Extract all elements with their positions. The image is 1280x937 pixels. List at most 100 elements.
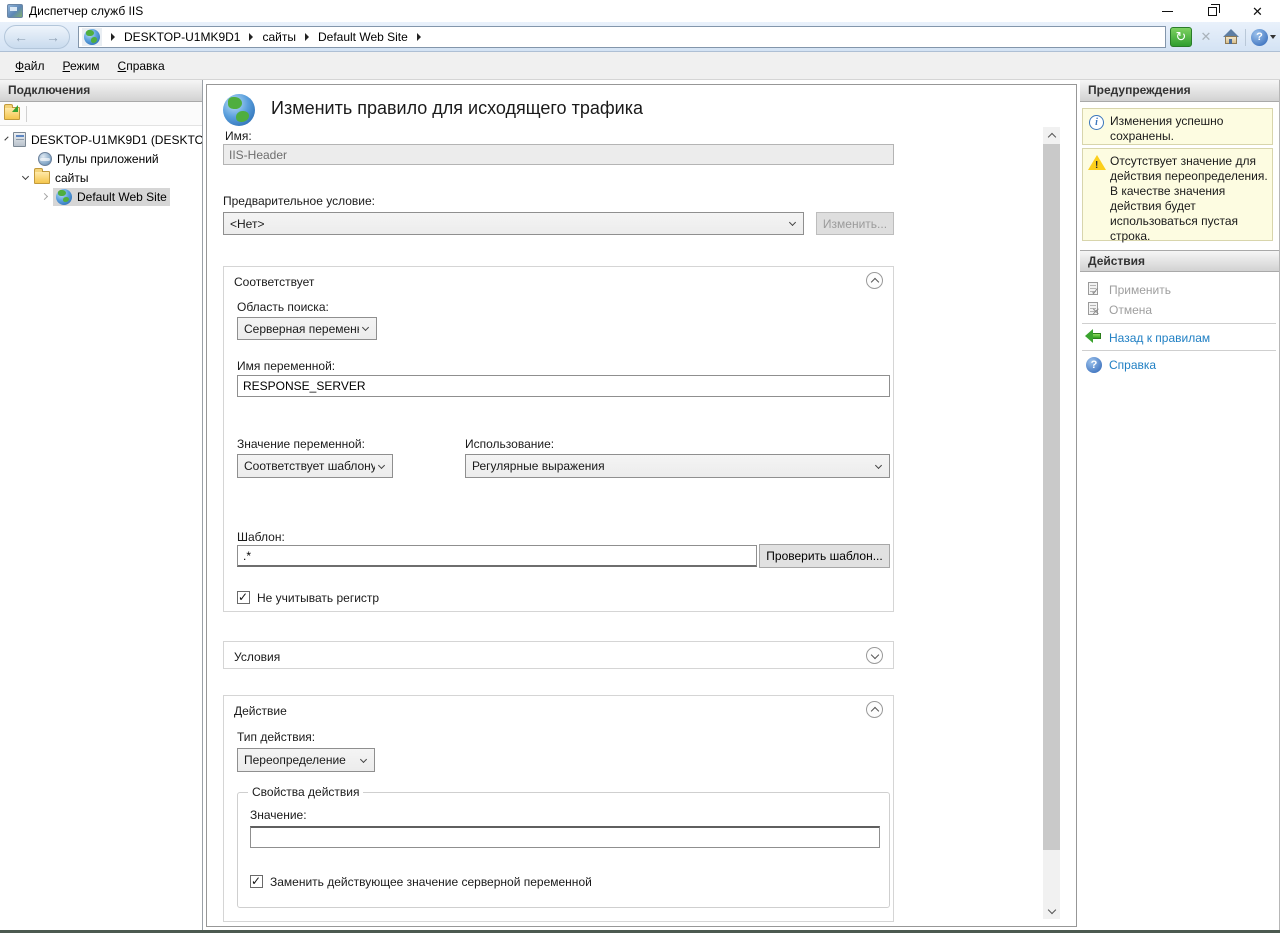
forward-button[interactable]: → — [46, 30, 60, 44]
back-to-rules-link[interactable]: Назад к правилам — [1109, 331, 1210, 345]
menu-bar: Файл Режим Справка — [0, 52, 1280, 80]
refresh-icon[interactable]: ↻ — [1170, 27, 1192, 47]
tree-item-app-pools[interactable]: Пулы приложений — [0, 149, 202, 168]
alert-info: Изменения успешно сохранены. — [1082, 108, 1273, 145]
cancel-label: Отмена — [1109, 303, 1152, 317]
restore-icon — [1208, 7, 1217, 16]
question-icon — [1086, 357, 1102, 373]
tree-item-server-label[interactable]: DESKTOP-U1MK9D1 (DESKTOP-U1MK9D1) — [31, 133, 202, 147]
precondition-select[interactable]: <Нет> — [223, 212, 804, 235]
breadcrumb-current-site[interactable]: Default Web Site — [318, 30, 408, 44]
tree-item-server[interactable]: DESKTOP-U1MK9D1 (DESKTOP-U1MK9D1) — [0, 130, 202, 149]
alerts-header: Предупреждения — [1080, 80, 1279, 102]
globe-icon — [223, 94, 255, 126]
cancel-icon — [1086, 302, 1102, 318]
warning-icon — [1088, 155, 1106, 170]
test-pattern-button[interactable]: Проверить шаблон... — [759, 544, 890, 568]
using-select[interactable]: Регулярные выражения — [465, 454, 890, 478]
action-properties-group: Свойства действия Значение: Заменить дей… — [237, 792, 890, 908]
precondition-label: Предварительное условие: — [223, 194, 375, 208]
breadcrumb-arrow-icon[interactable] — [249, 33, 253, 41]
breadcrumb-arrow-icon[interactable] — [305, 33, 309, 41]
main-area: Подключения DESKTOP-U1MK9D1 (DESKTOP-U1M… — [0, 80, 1280, 930]
scope-label: Область поиска: — [237, 300, 329, 314]
right-panel: Предупреждения Изменения успешно сохране… — [1080, 80, 1280, 930]
expand-conditions-button[interactable] — [866, 647, 883, 664]
pattern-label: Шаблон: — [237, 530, 285, 544]
breadcrumb-server[interactable]: DESKTOP-U1MK9D1 — [124, 30, 240, 44]
scroll-up-button[interactable] — [1043, 127, 1060, 144]
tree-item-default-web-site[interactable]: Default Web Site — [0, 187, 202, 206]
help-link[interactable]: Справка — [1109, 358, 1156, 372]
toolbar-separator — [26, 106, 27, 122]
tree-item-sites-label[interactable]: сайты — [55, 171, 89, 185]
window-title: Диспетчер служб IIS — [29, 4, 143, 18]
variable-name-input[interactable] — [237, 375, 890, 397]
conditions-section: Условия — [223, 641, 894, 669]
scope-select[interactable]: Серверная переменная — [237, 317, 377, 340]
conditions-section-title: Условия — [234, 650, 280, 664]
minimize-icon — [1162, 11, 1173, 12]
replace-value-label[interactable]: Заменить действующее значение серверной … — [270, 875, 592, 889]
connections-toolbar — [0, 102, 202, 126]
collapse-action-button[interactable] — [866, 701, 883, 718]
stop-icon: ✕ — [1195, 27, 1217, 47]
app-icon — [7, 4, 23, 18]
tree-item-sites[interactable]: сайты — [0, 168, 202, 187]
tree-selection[interactable]: Default Web Site — [53, 188, 170, 206]
breadcrumb-arrow-icon[interactable] — [417, 33, 421, 41]
collapse-match-button[interactable] — [866, 272, 883, 289]
precondition-value: <Нет> — [224, 217, 786, 231]
minimize-button[interactable] — [1145, 0, 1190, 22]
close-icon: ✕ — [1252, 5, 1263, 18]
chevron-down-icon[interactable] — [4, 136, 8, 140]
chevron-right-icon[interactable] — [41, 193, 48, 200]
operand-select[interactable]: Соответствует шаблону — [237, 454, 393, 478]
action-properties-title: Свойства действия — [248, 785, 363, 799]
back-button[interactable]: ← — [14, 30, 28, 44]
menu-help[interactable]: Справка — [109, 53, 174, 79]
apply-label: Применить — [1109, 283, 1171, 297]
alert-warning: Отсутствует значение для действия переоп… — [1082, 148, 1273, 241]
replace-value-checkbox[interactable] — [250, 875, 263, 888]
alert-warning-text: Отсутствует значение для действия переоп… — [1110, 154, 1268, 243]
window-bottom-edge — [0, 930, 1280, 933]
action-value-input[interactable] — [250, 826, 880, 848]
menu-file[interactable]: Файл — [6, 53, 54, 79]
help-menu-button[interactable] — [1245, 29, 1276, 46]
action-section: Действие Тип действия: Переопределение С… — [223, 695, 894, 922]
ignore-case-checkbox[interactable] — [237, 591, 250, 604]
ignore-case-label[interactable]: Не учитывать регистр — [257, 591, 379, 605]
action-value-label: Значение: — [250, 808, 307, 822]
chevron-up-icon — [1047, 133, 1055, 141]
action-type-value: Переопределение — [238, 753, 357, 767]
breadcrumb-arrow-icon[interactable] — [111, 33, 115, 41]
action-back-to-rules[interactable]: Назад к правилам — [1080, 328, 1278, 347]
window-controls: ✕ — [1145, 0, 1280, 22]
scroll-down-button[interactable] — [1043, 902, 1060, 919]
help-caret-icon — [1270, 35, 1276, 39]
pattern-input[interactable] — [237, 545, 757, 567]
breadcrumb-sites[interactable]: сайты — [262, 30, 296, 44]
operand-label: Значение переменной: — [237, 437, 365, 451]
home-icon[interactable] — [1220, 27, 1242, 47]
edit-outbound-rule-page: Изменить правило для исходящего трафика … — [206, 84, 1077, 927]
restore-button[interactable] — [1190, 0, 1235, 22]
chevron-down-icon[interactable] — [22, 172, 29, 179]
chevron-down-icon — [870, 650, 878, 658]
chevron-down-icon — [789, 219, 796, 226]
action-type-select[interactable]: Переопределение — [237, 748, 375, 772]
vertical-scrollbar[interactable] — [1043, 127, 1060, 919]
chevron-down-icon — [1047, 905, 1055, 913]
tree-item-app-pools-label[interactable]: Пулы приложений — [57, 152, 159, 166]
variable-name-label: Имя переменной: — [237, 359, 335, 373]
close-button[interactable]: ✕ — [1235, 0, 1280, 22]
action-type-label: Тип действия: — [237, 730, 315, 744]
scrollbar-thumb[interactable] — [1043, 144, 1060, 850]
connections-folder-icon[interactable] — [4, 107, 20, 120]
sites-folder-icon — [34, 171, 50, 184]
breadcrumb[interactable]: DESKTOP-U1MK9D1 сайты Default Web Site — [78, 26, 1166, 48]
action-help[interactable]: Справка — [1080, 355, 1278, 374]
menu-view[interactable]: Режим — [54, 53, 109, 79]
tree-item-default-web-site-label[interactable]: Default Web Site — [77, 190, 167, 204]
